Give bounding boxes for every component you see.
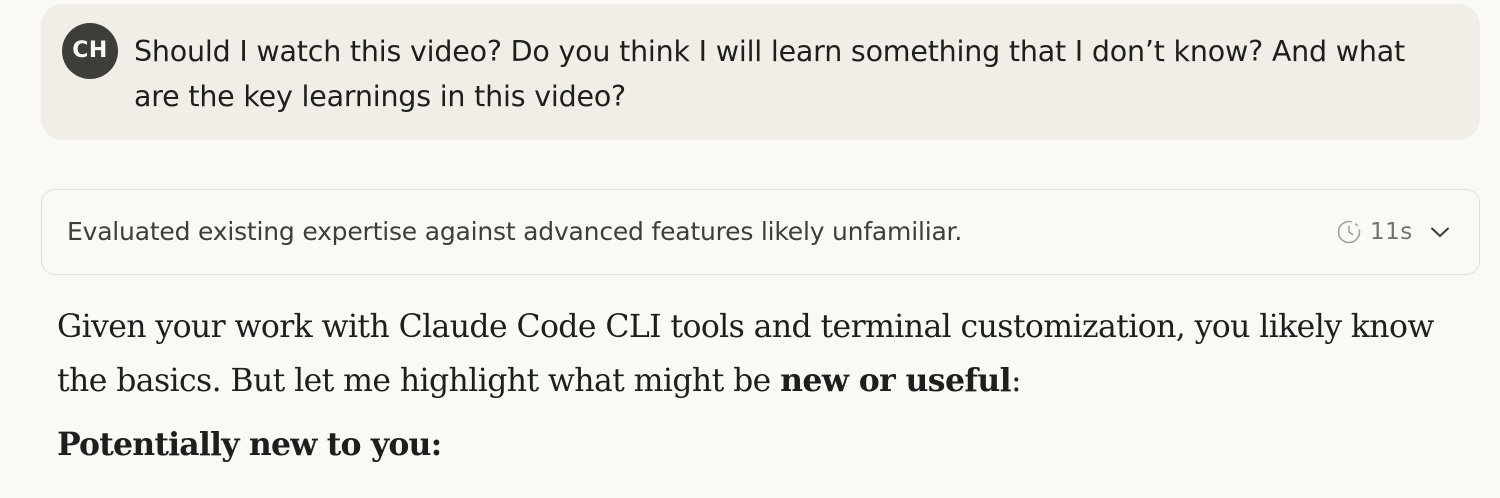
avatar[interactable]: CH xyxy=(62,23,118,79)
thinking-summary-text: Evaluated existing expertise against adv… xyxy=(67,217,963,246)
clock-icon xyxy=(1337,220,1361,244)
thinking-summary-toggle[interactable]: Evaluated existing expertise against adv… xyxy=(41,189,1480,275)
assistant-response: Given your work with Claude Code CLI too… xyxy=(57,301,1457,467)
user-message-text: Should I watch this video? Do you think … xyxy=(134,35,1405,113)
response-intro-punctuation: : xyxy=(1011,363,1022,399)
response-intro-paragraph: Given your work with Claude Code CLI too… xyxy=(57,301,1457,408)
response-section-heading: Potentially new to you: xyxy=(57,426,442,463)
thinking-duration: 11s xyxy=(1370,219,1413,245)
response-intro-bold: new or useful xyxy=(780,362,1012,399)
user-message-bubble: CH Should I watch this video? Do you thi… xyxy=(41,4,1480,140)
response-intro-text: Given your work with Claude Code CLI too… xyxy=(57,309,1434,399)
chevron-down-icon[interactable] xyxy=(1428,220,1452,244)
